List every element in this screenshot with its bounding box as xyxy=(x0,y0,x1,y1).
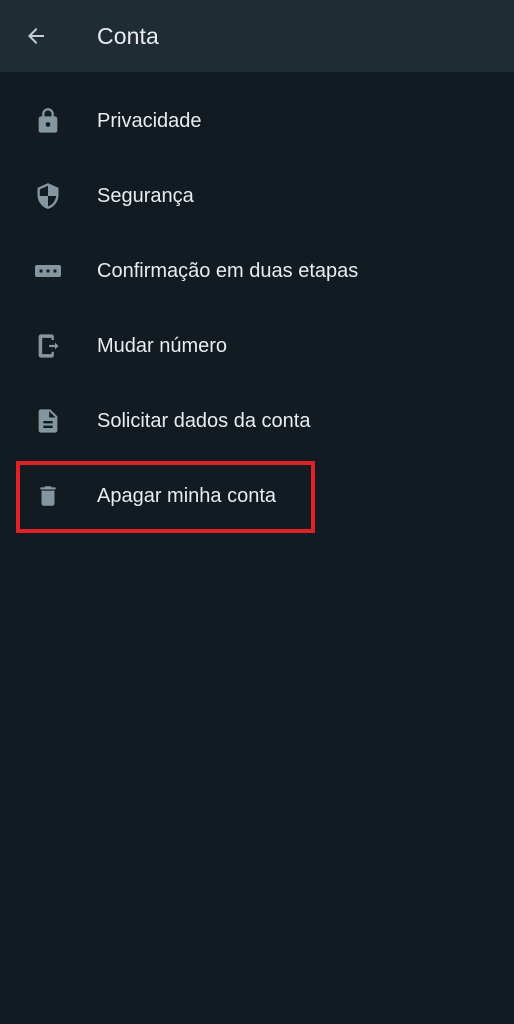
trash-icon xyxy=(34,482,62,510)
menu-item-delete-account[interactable]: Apagar minha conta xyxy=(0,458,514,533)
menu-item-privacy[interactable]: Privacidade xyxy=(0,83,514,158)
account-menu-list: Privacidade Segurança Confirmação em dua… xyxy=(0,83,514,533)
menu-item-label: Solicitar dados da conta xyxy=(97,410,311,432)
menu-item-two-step-verification[interactable]: Confirmação em duas etapas xyxy=(0,233,514,308)
menu-item-security[interactable]: Segurança xyxy=(0,158,514,233)
page-title: Conta xyxy=(97,23,159,49)
menu-item-label: Segurança xyxy=(97,185,194,207)
menu-item-label: Privacidade xyxy=(97,110,202,132)
menu-item-label: Mudar número xyxy=(97,335,228,357)
shield-icon xyxy=(34,182,62,210)
account-settings-screen: Conta Privacidade Segurança Confirmação … xyxy=(0,0,514,1024)
menu-item-request-account-info[interactable]: Solicitar dados da conta xyxy=(0,383,514,458)
document-icon xyxy=(34,407,62,435)
back-button[interactable] xyxy=(14,14,58,58)
top-app-bar: Conta xyxy=(0,0,514,72)
lock-icon xyxy=(34,107,62,135)
menu-item-label: Apagar minha conta xyxy=(97,485,277,507)
arrow-left-icon xyxy=(24,24,48,48)
phone-transfer-icon xyxy=(34,332,62,360)
menu-item-change-number[interactable]: Mudar número xyxy=(0,308,514,383)
password-dots-icon xyxy=(34,257,62,285)
menu-item-label: Confirmação em duas etapas xyxy=(97,260,359,282)
